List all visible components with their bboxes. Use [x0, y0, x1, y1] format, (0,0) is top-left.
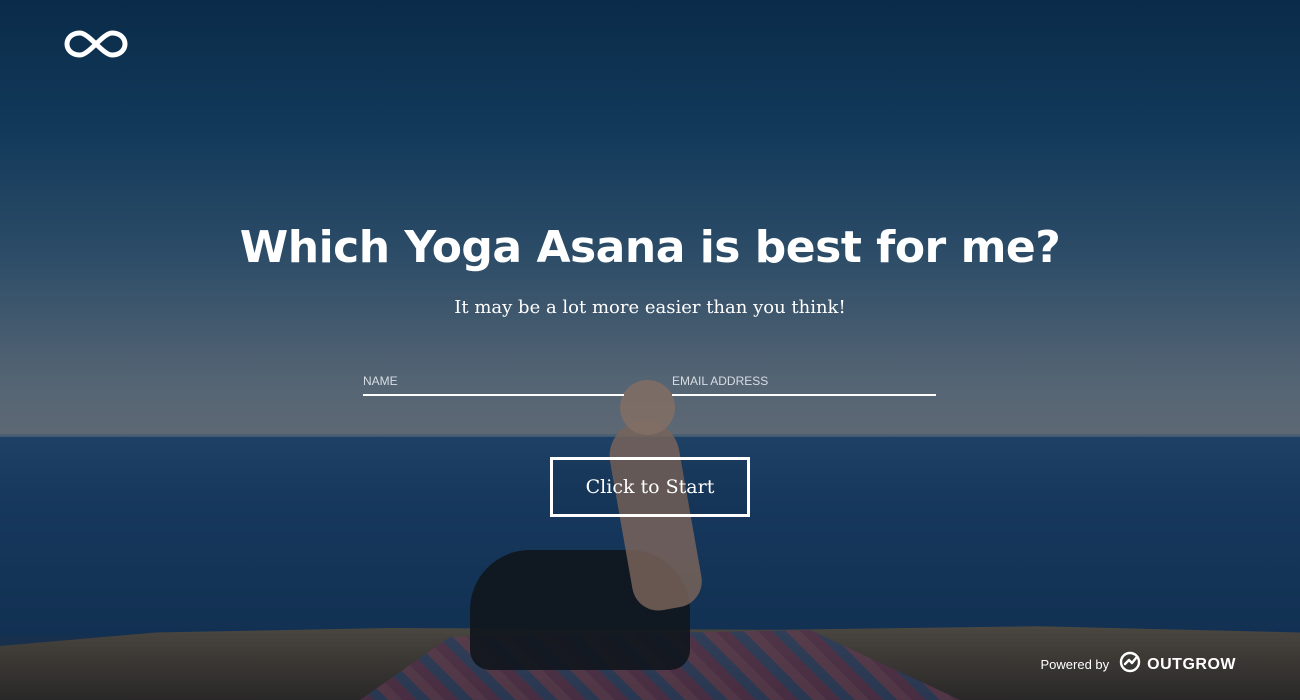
dark-overlay — [0, 0, 1300, 700]
powered-by-badge[interactable]: Powered by OUTGROW — [1041, 651, 1236, 678]
page-subtitle: It may be a lot more easier than you thi… — [454, 297, 846, 318]
name-input[interactable] — [363, 370, 624, 392]
outgrow-logo: OUTGROW — [1119, 651, 1236, 678]
click-to-start-button[interactable]: Click to Start — [550, 457, 750, 517]
infinity-icon[interactable] — [64, 28, 128, 60]
hero-background — [0, 0, 1300, 700]
name-field — [363, 370, 624, 396]
outgrow-brand-name: OUTGROW — [1147, 655, 1236, 673]
email-input[interactable] — [672, 370, 936, 392]
email-field — [672, 370, 936, 396]
powered-by-label: Powered by — [1040, 657, 1110, 672]
page-title: Which Yoga Asana is best for me? — [239, 222, 1061, 273]
outgrow-logo-icon — [1119, 651, 1141, 678]
